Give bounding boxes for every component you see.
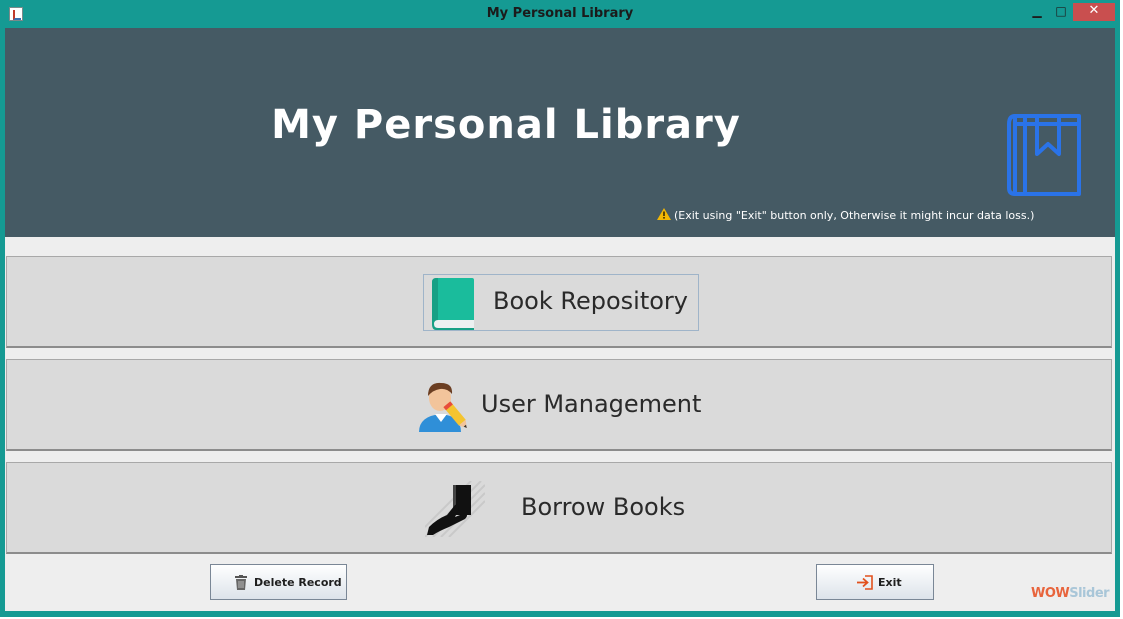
user-edit-icon bbox=[419, 382, 467, 432]
delete-record-label: Delete Record bbox=[254, 576, 342, 589]
bookmark-book-icon bbox=[1007, 114, 1081, 196]
book-repository-button[interactable]: Book Repository bbox=[6, 256, 1112, 348]
user-management-button[interactable]: User Management bbox=[6, 359, 1112, 451]
header-banner: My Personal Library (Exit using "Exit" b… bbox=[5, 28, 1115, 237]
wowslider-watermark: WOWSlider bbox=[1031, 586, 1110, 606]
page-title: My Personal Library bbox=[271, 102, 741, 148]
delete-record-button[interactable]: Delete Record bbox=[210, 564, 347, 600]
main-panel: My Personal Library (Exit using "Exit" b… bbox=[5, 28, 1115, 611]
book-icon bbox=[432, 278, 474, 330]
maximize-button[interactable]: □ bbox=[1052, 3, 1070, 21]
app-window: My Personal Library ▁ □ ✕ My Personal Li… bbox=[0, 0, 1120, 617]
trash-icon bbox=[235, 575, 247, 590]
hand-book-icon bbox=[425, 481, 485, 537]
exit-icon bbox=[857, 575, 873, 590]
user-management-label: User Management bbox=[481, 390, 702, 418]
book-repository-label: Book Repository bbox=[493, 287, 688, 315]
title-bar[interactable]: My Personal Library ▁ □ ✕ bbox=[0, 0, 1120, 28]
exit-label: Exit bbox=[878, 576, 902, 589]
window-title: My Personal Library bbox=[486, 6, 634, 21]
minimize-button[interactable]: ▁ bbox=[1028, 3, 1046, 21]
warning-icon bbox=[657, 208, 671, 220]
warning-text: (Exit using "Exit" button only, Otherwis… bbox=[674, 209, 1035, 222]
watermark-part1: WOW bbox=[1031, 586, 1070, 601]
borrow-books-label: Borrow Books bbox=[521, 493, 686, 521]
watermark-part2: Slider bbox=[1069, 586, 1110, 601]
close-button[interactable]: ✕ bbox=[1073, 3, 1115, 21]
exit-warning: (Exit using "Exit" button only, Otherwis… bbox=[657, 208, 1034, 222]
borrow-books-button[interactable]: Borrow Books bbox=[6, 462, 1112, 554]
exit-button[interactable]: Exit bbox=[816, 564, 934, 600]
